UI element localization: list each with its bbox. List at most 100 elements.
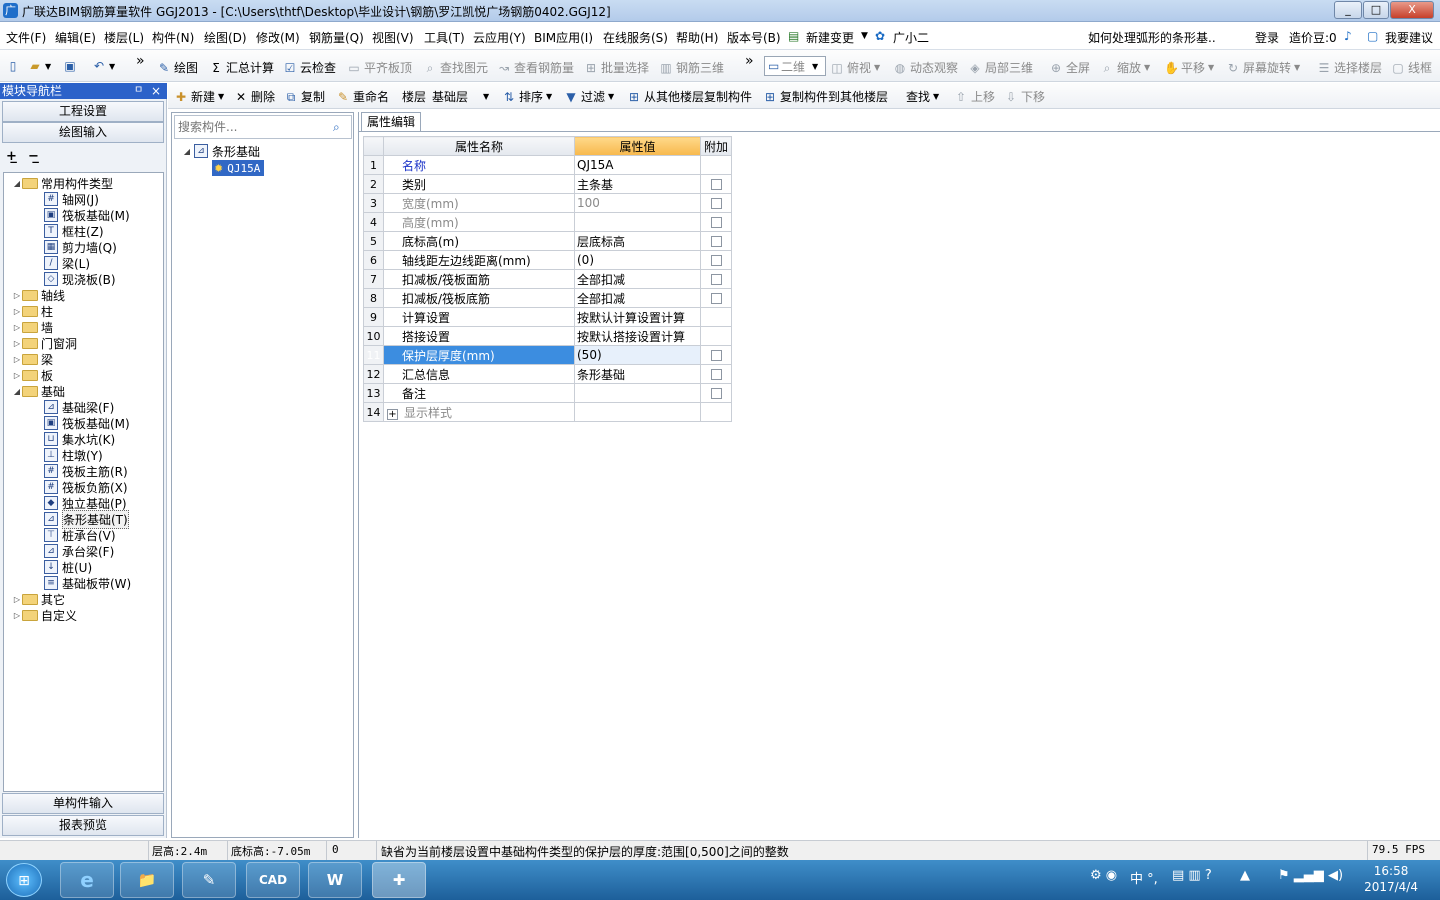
- expand-icon[interactable]: +: [387, 408, 398, 420]
- col-property-value[interactable]: 属性值: [574, 136, 701, 156]
- sort-button[interactable]: ⇅ 排序 ▼: [502, 88, 552, 105]
- new-file-icon[interactable]: ▯: [6, 59, 20, 73]
- copy-from-floor-button[interactable]: ⊞ 从其他楼层复制构件: [627, 88, 752, 105]
- draw-button[interactable]: ✎ 绘图: [157, 59, 198, 76]
- menu-help[interactable]: 帮助(H): [676, 29, 718, 46]
- tab-property-edit[interactable]: 属性编辑: [361, 112, 421, 132]
- property-row[interactable]: 4 高度(mm): [363, 212, 732, 232]
- expand-icon[interactable]: ▷: [12, 307, 22, 316]
- expand-icon[interactable]: ▷: [12, 595, 22, 604]
- property-value[interactable]: 条形基础: [574, 364, 701, 384]
- property-row[interactable]: 5 底标高(m) 层底标高: [363, 231, 732, 251]
- more-icon[interactable]: »: [136, 53, 145, 69]
- property-value[interactable]: [574, 383, 701, 403]
- tray-expand-icon[interactable]: ▲: [1240, 868, 1250, 883]
- nav-tree-item[interactable]: ⊤ 桩承台(V): [44, 527, 116, 543]
- zoom-button[interactable]: ⌕ 缩放 ▼: [1100, 59, 1151, 76]
- menu-bim[interactable]: BIM应用(I): [534, 29, 593, 46]
- nav-tree-item[interactable]: ◢ 基础: [12, 383, 65, 399]
- menu-cloud[interactable]: 云应用(Y): [473, 29, 526, 46]
- move-down-button[interactable]: ⇩ 下移: [1004, 88, 1045, 105]
- login-link[interactable]: 登录: [1255, 29, 1279, 46]
- glodon-app-icon[interactable]: ✚: [372, 862, 426, 898]
- expand-icon[interactable]: ▷: [12, 339, 22, 348]
- extra-checkbox[interactable]: [710, 236, 722, 247]
- filter-button[interactable]: ▼ 过滤 ▼: [564, 88, 614, 105]
- property-row[interactable]: 13 备注: [363, 383, 732, 403]
- nav-tree-item[interactable]: ▷ 墙: [12, 319, 53, 335]
- bell-icon[interactable]: ♪: [1344, 29, 1352, 43]
- search-icon[interactable]: ⌕: [333, 120, 347, 134]
- sum-calc-button[interactable]: Σ 汇总计算: [209, 59, 274, 76]
- new-change-button[interactable]: 新建变更: [806, 29, 854, 46]
- help-link[interactable]: 如何处理弧形的条形基..: [1088, 29, 1216, 46]
- collapse-all-icon[interactable]: −̲: [28, 149, 39, 164]
- nav-tree-item[interactable]: # 筏板负筋(X): [44, 479, 128, 495]
- clock[interactable]: 16:58 2017/4/4: [1364, 863, 1418, 895]
- extra-checkbox[interactable]: [710, 388, 722, 399]
- copy-component-button[interactable]: ⧉ 复制: [284, 88, 325, 105]
- menu-tools[interactable]: 工具(T): [424, 29, 465, 46]
- property-value[interactable]: (50): [574, 345, 701, 365]
- suggest-button[interactable]: 我要建议: [1385, 29, 1433, 46]
- nav-tree-item[interactable]: ≡ 基础板带(W): [44, 575, 131, 591]
- property-value[interactable]: 按默认搭接设置计算: [574, 326, 701, 346]
- menu-version[interactable]: 版本号(B): [727, 29, 781, 46]
- select-floor-button[interactable]: ☰ 选择楼层: [1317, 59, 1382, 76]
- minimize-button[interactable]: _: [1334, 1, 1362, 19]
- tray-misc-icons[interactable]: ▤ ▥ ?: [1172, 868, 1212, 883]
- tree-item-qj15a[interactable]: ✹ QJ15A: [212, 160, 265, 176]
- property-row[interactable]: 3 宽度(mm) 100: [363, 193, 732, 213]
- pin-icon[interactable]: ㅁ: [134, 83, 143, 99]
- report-preview-button[interactable]: 报表预览: [2, 815, 164, 836]
- menu-edit[interactable]: 编辑(E): [55, 29, 96, 46]
- property-value[interactable]: 主条基: [574, 174, 701, 194]
- view-mode-select[interactable]: ▭ 二维 ▼: [764, 56, 826, 76]
- single-input-button[interactable]: 单构件输入: [2, 793, 164, 814]
- menu-rebar-qty[interactable]: 钢筋量(Q): [309, 29, 364, 46]
- volume-icon[interactable]: ◀): [1328, 868, 1343, 883]
- top-view-button[interactable]: ◫ 俯视 ▼: [830, 59, 880, 76]
- property-value[interactable]: [574, 212, 701, 232]
- assistant-button[interactable]: 广小二: [893, 29, 929, 46]
- cloud-check-button[interactable]: ☑ 云检查: [283, 59, 336, 76]
- expand-all-icon[interactable]: +̲: [6, 149, 17, 164]
- find-button[interactable]: 查找 ▼: [906, 88, 939, 105]
- search-input[interactable]: [175, 116, 325, 138]
- menu-floor[interactable]: 楼层(L): [104, 29, 144, 46]
- open-file-icon[interactable]: ▰ ▼: [28, 59, 51, 73]
- batch-select-button[interactable]: ⊞ 批量选择: [584, 59, 649, 76]
- local-3d-button[interactable]: ◈ 局部三维: [968, 59, 1033, 76]
- property-row[interactable]: 11 保护层厚度(mm) (50): [363, 345, 732, 365]
- move-up-button[interactable]: ⇧ 上移: [954, 88, 995, 105]
- wireframe-button[interactable]: ▢ 线框: [1391, 59, 1432, 76]
- nav-tree-item[interactable]: ⊿ 承台梁(F): [44, 543, 114, 559]
- col-extra[interactable]: 附加: [700, 136, 732, 156]
- menu-file[interactable]: 文件(F): [6, 29, 46, 46]
- nav-tree-item[interactable]: ⊿ 基础梁(F): [44, 399, 114, 415]
- property-row[interactable]: 1 名称 QJ15A: [363, 155, 732, 175]
- property-row[interactable]: 12 汇总信息 条形基础: [363, 364, 732, 384]
- close-button[interactable]: X: [1390, 1, 1434, 19]
- nav-tree-item[interactable]: ▷ 板: [12, 367, 53, 383]
- property-row[interactable]: 10 搭接设置 按默认搭接设置计算: [363, 326, 732, 346]
- pan-button[interactable]: ✋ 平移 ▼: [1164, 59, 1214, 76]
- nav-tree-item[interactable]: / 梁(L): [44, 255, 90, 271]
- nav-tree-item[interactable]: ⊿ 条形基础(T): [44, 509, 129, 529]
- drawing-input-button[interactable]: 绘图输入: [2, 122, 164, 143]
- nav-tree-item[interactable]: ⊔ 集水坑(K): [44, 431, 115, 447]
- col-property-name[interactable]: 属性名称: [383, 136, 575, 156]
- nav-tree-item[interactable]: # 轴网(J): [44, 191, 99, 207]
- menu-view[interactable]: 视图(V): [372, 29, 414, 46]
- delete-component-button[interactable]: ✕ 删除: [234, 88, 275, 105]
- property-value[interactable]: (0): [574, 250, 701, 270]
- chevron-down-icon[interactable]: ▼: [861, 31, 868, 41]
- close-icon[interactable]: ×: [151, 83, 161, 99]
- property-value[interactable]: QJ15A: [574, 155, 701, 175]
- more-icon[interactable]: »: [745, 53, 754, 69]
- expand-icon[interactable]: ▷: [12, 371, 22, 380]
- nav-tree-item[interactable]: ▷ 柱: [12, 303, 53, 319]
- nav-tree-item[interactable]: T 框柱(Z): [44, 223, 104, 239]
- property-value[interactable]: 层底标高: [574, 231, 701, 251]
- expand-icon[interactable]: ▷: [12, 323, 22, 332]
